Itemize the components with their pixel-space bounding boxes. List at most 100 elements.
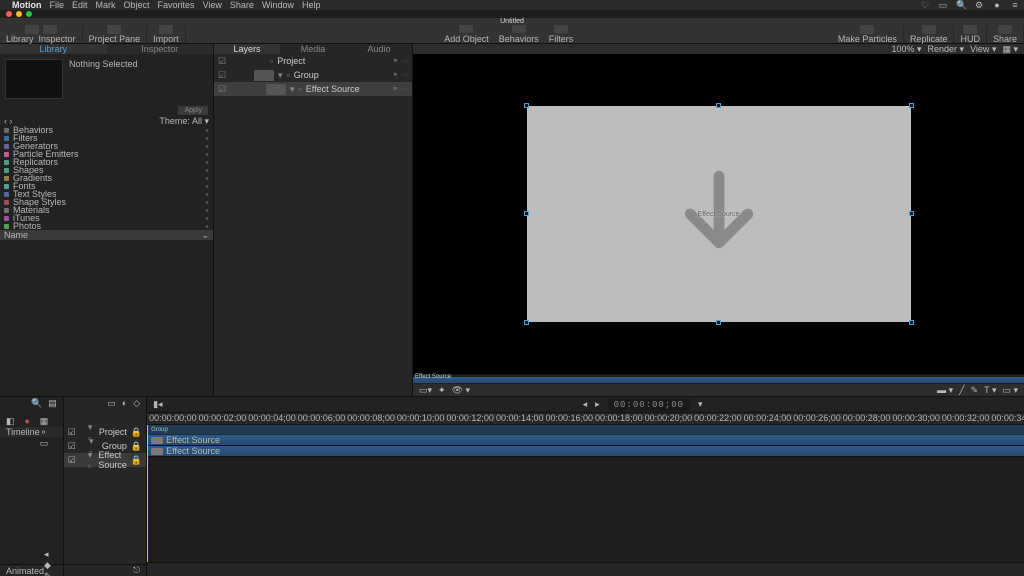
menu-favorites[interactable]: Favorites [158, 0, 195, 10]
tab-inspector[interactable]: Inspector [107, 44, 214, 54]
record-button[interactable]: ● [25, 416, 30, 426]
timeline-options-icon[interactable]: ⚬ [40, 427, 48, 437]
tool-rectangle[interactable]: ▬ ▾ [937, 385, 953, 396]
tool-mask[interactable]: ▭ ▾ [1002, 385, 1018, 396]
layer-row[interactable]: ☑▫Project⚑⋯ [214, 54, 412, 68]
timecode-menu[interactable]: ▾ [698, 399, 703, 410]
menu-file[interactable]: File [50, 0, 65, 10]
menu-view[interactable]: View [203, 0, 222, 10]
visibility-checkbox[interactable]: ☑ [218, 70, 226, 81]
disclosure-icon[interactable]: ▾ [290, 84, 295, 95]
visibility-checkbox[interactable]: ☑ [218, 84, 226, 95]
visibility-checkbox[interactable]: ☑ [218, 56, 226, 67]
visibility-checkbox[interactable]: ☑ [68, 455, 76, 466]
list-view-icon[interactable]: ▤ [48, 398, 57, 409]
canvas-render[interactable]: Render ▾ [928, 44, 965, 55]
search-icon[interactable]: 🔍 [31, 398, 42, 409]
menu-share[interactable]: Share [230, 0, 254, 10]
menu-mark[interactable]: Mark [96, 0, 116, 10]
tool-view-options[interactable]: 👁 ▾ [452, 385, 470, 396]
window-controls [0, 10, 1024, 18]
playhead[interactable] [147, 425, 148, 562]
tool-add-object[interactable]: Add Object [444, 25, 489, 44]
group-track[interactable]: Group [147, 425, 1024, 435]
tool-replicate[interactable]: Replicate [904, 26, 955, 43]
library-category[interactable]: Photos▸ [0, 222, 213, 230]
menu-extra-icon[interactable]: ≡ [1010, 0, 1020, 10]
spotlight-icon[interactable]: 🔍 [956, 0, 966, 11]
library-back[interactable]: ‹ › [4, 116, 13, 126]
menu-edit[interactable]: Edit [72, 0, 88, 10]
visibility-checkbox[interactable]: ☑ [68, 427, 76, 438]
tab-library[interactable]: Library [0, 44, 107, 54]
layer-row[interactable]: ☑▾▫Effect Source⚑⋯ [214, 82, 412, 96]
lock-icon[interactable]: 🔒 [131, 441, 142, 452]
lock-icon[interactable]: 🔒 [131, 427, 142, 438]
tab-media[interactable]: Media [280, 44, 346, 54]
tool-filters[interactable]: Filters [549, 25, 574, 44]
keyframe-snap-icon[interactable]: ⎋ [133, 565, 140, 576]
display-icon[interactable]: ▭ [938, 0, 948, 11]
clip-track-1[interactable]: Effect Source [147, 435, 1024, 446]
timeline-row[interactable]: ☑▾ ▫Project🔒 [64, 425, 146, 439]
tab-layers[interactable]: Layers [214, 44, 280, 54]
menu-help[interactable]: Help [302, 0, 321, 10]
minimize-window[interactable] [16, 11, 22, 17]
timecode-display[interactable]: 00:00:00;00 [608, 399, 690, 411]
show-audio-icon[interactable]: ◐ [122, 398, 127, 408]
user-icon[interactable]: ● [992, 0, 1002, 10]
canvas-view[interactable]: View ▾ [970, 44, 996, 55]
visibility-checkbox[interactable]: ☑ [68, 441, 76, 452]
lock-icon[interactable]: ⚑ [393, 72, 398, 79]
show-video-icon[interactable]: ▭ [107, 398, 116, 409]
ruler-tick: 00:00:28;00 [841, 413, 891, 424]
column-sort-icon[interactable]: ⌄ [201, 230, 209, 240]
clip-track-2[interactable]: Effect Source [147, 446, 1024, 457]
apply-button[interactable]: Apply [177, 105, 209, 116]
name-column-header[interactable]: Name [4, 230, 28, 240]
mini-timeline[interactable]: Effect Source [413, 374, 1024, 384]
timeline-row[interactable]: ☑▾ ▫Effect Source🔒 [64, 453, 146, 467]
tab-audio[interactable]: Audio [346, 44, 412, 54]
keyframe-prev[interactable]: ◂ [44, 549, 49, 559]
timing-filter-icon[interactable]: ◧ [6, 416, 15, 427]
timeline-view-icon[interactable]: ▦ [40, 416, 49, 426]
tool-pen[interactable]: ✎ [971, 385, 979, 396]
tool-make-particles[interactable]: Make Particles [832, 26, 904, 43]
canvas-frame[interactable]: Effect Source [527, 106, 911, 322]
canvas[interactable]: Effect Source [413, 54, 1024, 374]
keyframe-add[interactable]: ◆ [44, 560, 51, 570]
go-start[interactable]: ▮◂ [153, 399, 162, 410]
status-icon[interactable]: ♡ [920, 0, 930, 11]
tool-select[interactable]: ▭▾ [419, 385, 432, 396]
lock-icon[interactable]: ⚑ [393, 58, 398, 65]
lock-icon[interactable]: ⚑ [393, 86, 398, 93]
tool-project-pane[interactable]: Project Pane [83, 26, 148, 43]
layer-row[interactable]: ☑▾▫Group⚑⋯ [214, 68, 412, 82]
zoom-window[interactable] [26, 11, 32, 17]
tool-share[interactable]: Share [987, 26, 1024, 43]
timeline-tracks-panel: ▮◂ ◂ ▸ 00:00:00;00 ▾ ⟲ 🔉 00:00:00;0000:0… [147, 397, 1024, 576]
tool-hud[interactable]: HUD [954, 26, 987, 43]
tool-3d[interactable]: ✦ [438, 385, 446, 396]
close-window[interactable] [6, 11, 12, 17]
step-back[interactable]: ◂ [583, 399, 588, 410]
disclosure-icon[interactable]: ▾ [278, 70, 283, 81]
theme-dropdown[interactable]: All [192, 116, 202, 126]
tool-line[interactable]: ╱ [959, 385, 964, 396]
lock-icon[interactable]: 🔒 [131, 455, 142, 466]
time-ruler[interactable]: 00:00:00;0000:00:02;0000:00:04;0000:00:0… [147, 413, 1024, 425]
menu-window[interactable]: Window [262, 0, 294, 10]
canvas-layout-icon[interactable]: ▦ ▾ [1002, 44, 1018, 55]
tool-behaviors[interactable]: Behaviors [499, 25, 539, 44]
canvas-zoom[interactable]: 100% ▾ [891, 44, 921, 55]
app-menu[interactable]: Motion [12, 0, 42, 10]
show-keyframes-icon[interactable]: ◇ [133, 398, 140, 409]
menu-object[interactable]: Object [124, 0, 150, 10]
play-button[interactable]: ▸ [595, 399, 600, 410]
tool-import[interactable]: Import [147, 26, 186, 43]
tracks-area[interactable]: Group Effect Source Effect Source [147, 425, 1024, 562]
tool-text[interactable]: T ▾ [984, 385, 996, 396]
tool-library-inspector[interactable]: Library Inspector [0, 26, 83, 43]
control-center-icon[interactable]: ⚙ [974, 0, 984, 11]
